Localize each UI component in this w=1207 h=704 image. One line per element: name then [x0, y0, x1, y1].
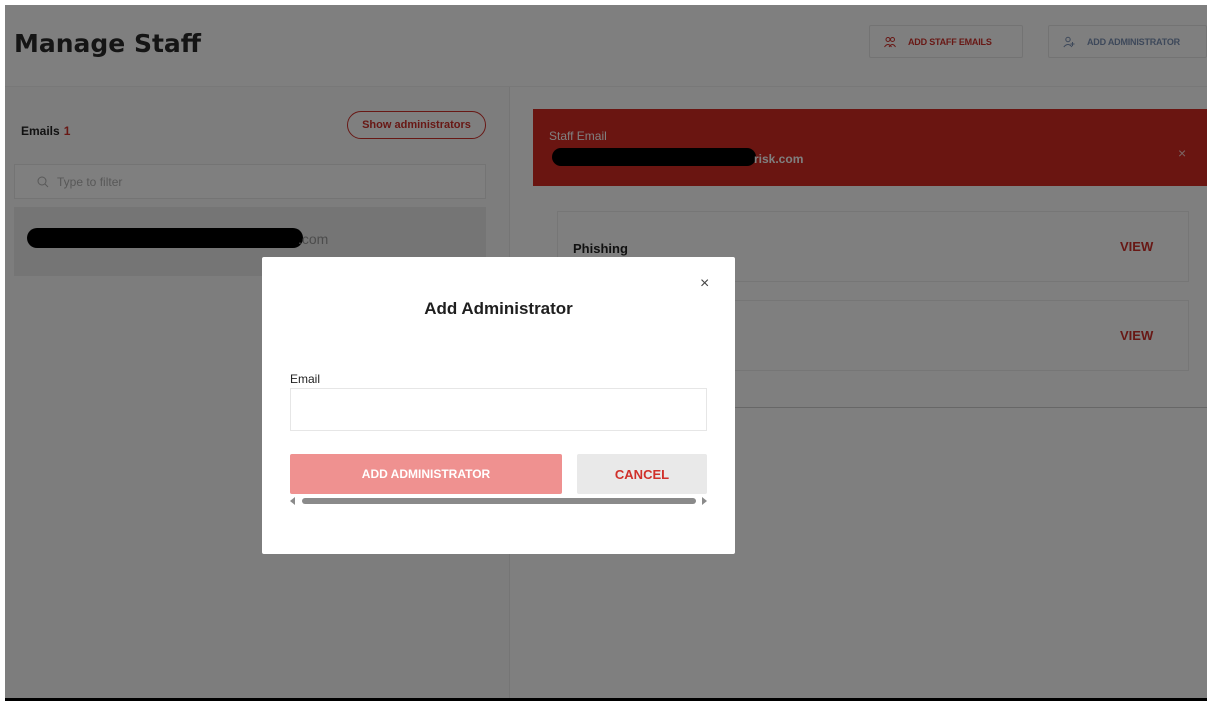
add-administrator-submit-button[interactable]: ADD ADMINISTRATOR — [290, 454, 562, 494]
scroll-right-icon[interactable] — [702, 497, 707, 505]
app-root: Manage Staff ADD STAFF EMAILS ADD ADMINI… — [5, 5, 1207, 698]
scroll-left-icon[interactable] — [290, 497, 295, 505]
scrollbar-thumb[interactable] — [302, 498, 696, 504]
horizontal-scrollbar[interactable] — [290, 496, 707, 506]
close-icon[interactable]: × — [700, 275, 714, 292]
cancel-button[interactable]: CANCEL — [577, 454, 707, 494]
add-administrator-dialog: × Add Administrator Email ADD ADMINISTRA… — [262, 257, 735, 554]
email-field[interactable] — [290, 388, 707, 431]
bottom-border — [5, 698, 1207, 701]
email-field-label: Email — [290, 372, 321, 386]
dialog-title: Add Administrator — [424, 299, 573, 318]
